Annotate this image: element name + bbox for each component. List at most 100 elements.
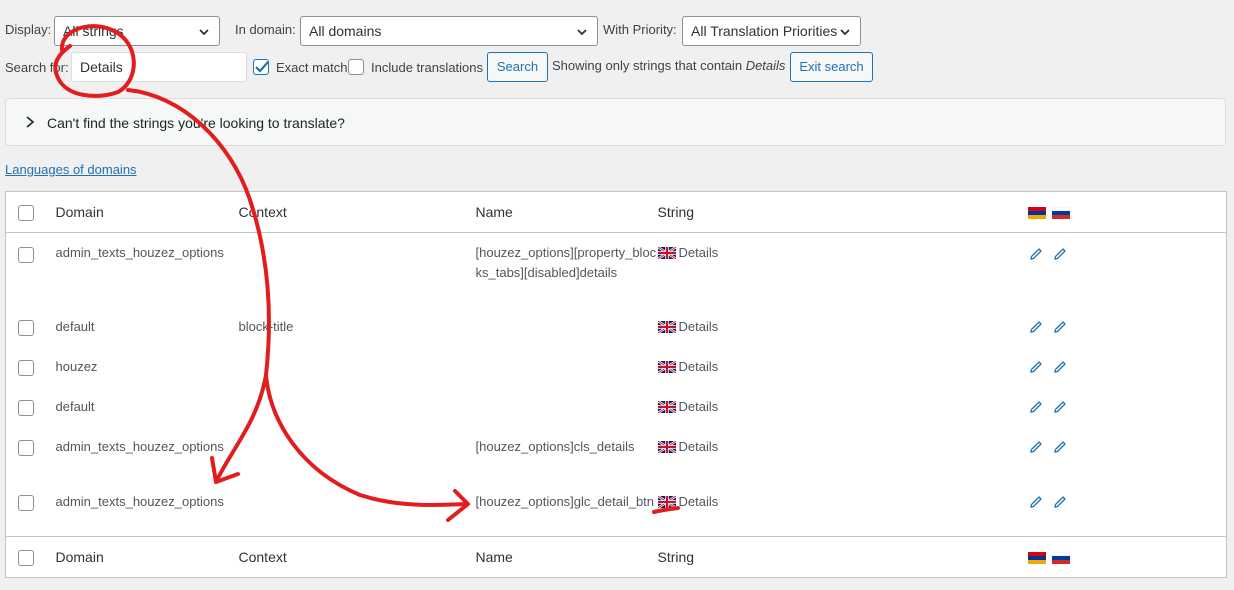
row-context xyxy=(239,387,476,427)
column-footer-domain[interactable]: Domain xyxy=(55,536,239,578)
domain-label: In domain: xyxy=(235,22,296,37)
row-string: Details xyxy=(678,358,719,374)
column-footer-context[interactable]: Context xyxy=(238,536,476,578)
column-footer-name[interactable]: Name xyxy=(475,536,658,578)
search-info: Showing only strings that contain Detail… xyxy=(552,58,785,73)
languages-of-domains-link[interactable]: Languages of domains xyxy=(5,162,137,177)
row-checkbox[interactable] xyxy=(18,246,34,263)
armenian-flag-icon xyxy=(1027,207,1046,220)
chevron-down-icon xyxy=(577,29,587,36)
column-header-string[interactable]: String xyxy=(657,191,1028,233)
row-domain: admin_texts_houzez_options xyxy=(55,438,224,454)
row-context xyxy=(239,482,476,537)
language-flags-footer xyxy=(1027,552,1070,565)
edit-translation-icon[interactable] xyxy=(1052,399,1068,415)
search-info-text: Showing only strings that contain xyxy=(552,58,743,73)
row-string: Details xyxy=(678,245,719,260)
uk-flag-icon xyxy=(657,360,676,373)
table-footer-row: Domain Context Name String xyxy=(5,536,1227,578)
table-header-row: Domain Context Name String xyxy=(5,191,1227,233)
row-string: Details xyxy=(678,398,719,414)
search-button[interactable]: Search xyxy=(487,52,548,82)
help-panel[interactable]: Can't find the strings you're looking to… xyxy=(5,98,1226,146)
table-row: default block-title Details xyxy=(6,307,1227,347)
row-domain: default xyxy=(55,318,95,334)
row-name: [houzez_options]cls_details xyxy=(475,438,635,454)
column-header-name[interactable]: Name xyxy=(475,191,658,233)
display-label: Display: xyxy=(5,22,52,37)
chevron-down-icon xyxy=(199,29,209,36)
search-input-value: Details xyxy=(80,59,123,75)
row-context: block-title xyxy=(238,318,294,334)
row-checkbox[interactable] xyxy=(18,400,34,417)
domain-select[interactable]: All domains xyxy=(300,16,598,46)
row-domain: admin_texts_houzez_options xyxy=(55,245,224,260)
row-checkbox[interactable] xyxy=(18,320,34,337)
row-string: Details xyxy=(678,438,719,454)
column-footer-string[interactable]: String xyxy=(657,536,1028,578)
edit-translation-icon[interactable] xyxy=(1052,439,1068,455)
row-name: [houzez_options]glc_detail_btn xyxy=(475,493,655,509)
russian-flag-icon xyxy=(1051,552,1070,565)
column-header-context[interactable]: Context xyxy=(238,191,476,233)
row-domain: admin_texts_houzez_options xyxy=(55,493,224,509)
include-translations-checkbox[interactable] xyxy=(348,59,364,75)
search-info-term: Details xyxy=(745,58,786,73)
uk-flag-icon xyxy=(657,400,676,413)
row-name xyxy=(476,387,658,427)
row-domain: default xyxy=(55,398,95,414)
uk-flag-icon xyxy=(657,247,676,259)
row-checkbox[interactable] xyxy=(18,360,34,377)
display-select-value: All strings xyxy=(63,23,124,39)
uk-flag-icon xyxy=(657,440,676,453)
priority-label: With Priority: xyxy=(603,22,677,37)
table-row: admin_texts_houzez_options [houzez_optio… xyxy=(6,233,1227,307)
search-input[interactable]: Details xyxy=(71,52,247,82)
row-name xyxy=(476,307,658,347)
row-checkbox[interactable] xyxy=(18,495,34,512)
help-panel-text: Can't find the strings you're looking to… xyxy=(47,115,345,131)
row-name xyxy=(476,347,658,387)
edit-translation-icon[interactable] xyxy=(1028,359,1044,375)
row-context xyxy=(239,233,476,307)
display-select[interactable]: All strings xyxy=(54,16,220,46)
edit-translation-icon[interactable] xyxy=(1052,319,1068,335)
table-row: admin_texts_houzez_options [houzez_optio… xyxy=(6,482,1227,537)
table-row: admin_texts_houzez_options [houzez_optio… xyxy=(6,427,1227,482)
edit-translation-icon[interactable] xyxy=(1028,399,1044,415)
uk-flag-icon xyxy=(657,495,676,508)
edit-translation-icon[interactable] xyxy=(1052,246,1068,262)
strings-table: Domain Context Name String admin_texts_h… xyxy=(5,191,1227,578)
exact-match-checkbox[interactable] xyxy=(253,59,269,75)
exact-match-label: Exact match xyxy=(276,60,348,75)
row-context xyxy=(239,427,476,482)
search-label: Search for: xyxy=(5,60,69,75)
include-translations-label: Include translations xyxy=(371,60,484,75)
priority-select-value: All Translation Priorities xyxy=(691,23,838,39)
row-string: Details xyxy=(678,318,719,334)
edit-translation-icon[interactable] xyxy=(1028,439,1044,455)
edit-translation-icon[interactable] xyxy=(1028,494,1044,510)
select-all-checkbox-footer[interactable] xyxy=(18,549,34,566)
row-string: Details xyxy=(678,493,719,509)
priority-select[interactable]: All Translation Priorities xyxy=(682,16,861,46)
row-checkbox[interactable] xyxy=(18,440,34,457)
table-row: default Details xyxy=(6,387,1227,427)
domain-select-value: All domains xyxy=(309,23,382,39)
chevron-down-icon xyxy=(840,29,850,36)
edit-translation-icon[interactable] xyxy=(1028,246,1044,262)
uk-flag-icon xyxy=(657,320,676,333)
table-row: houzez Details xyxy=(6,347,1227,387)
russian-flag-icon xyxy=(1051,207,1070,220)
edit-translation-icon[interactable] xyxy=(1028,319,1044,335)
edit-translation-icon[interactable] xyxy=(1052,359,1068,375)
column-header-domain[interactable]: Domain xyxy=(55,191,239,233)
row-name: [houzez_options][property_blocks_tabs][d… xyxy=(475,245,657,280)
edit-translation-icon[interactable] xyxy=(1052,494,1068,510)
armenian-flag-icon xyxy=(1027,552,1046,565)
checkmark-icon xyxy=(255,61,269,73)
exit-search-button[interactable]: Exit search xyxy=(790,52,873,82)
row-context xyxy=(239,347,476,387)
select-all-checkbox[interactable] xyxy=(18,204,34,221)
chevron-right-icon xyxy=(26,116,35,128)
